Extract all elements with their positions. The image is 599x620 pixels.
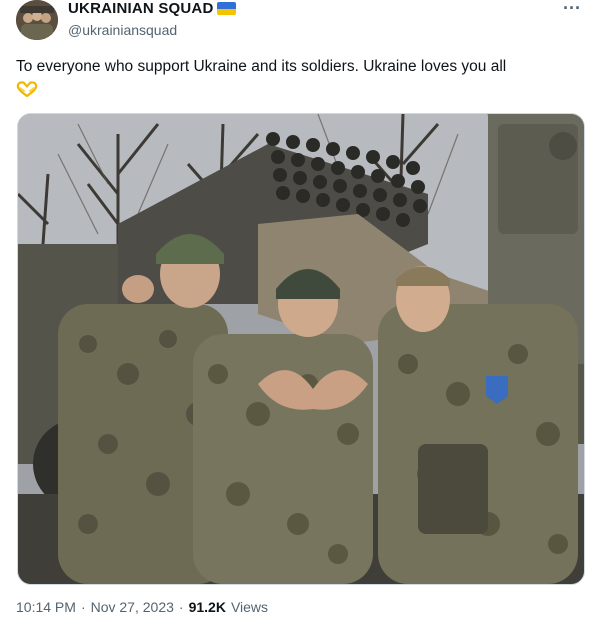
tweet-time[interactable]: 10:14 PM <box>16 599 76 615</box>
tweet-photo[interactable] <box>17 113 585 585</box>
author-display-name[interactable]: UKRAINIAN SQUAD <box>68 0 236 17</box>
views-count[interactable]: 91.2K <box>189 599 226 615</box>
tweet-card: UKRAINIAN SQUAD @ukrainiansquad ··· To e… <box>0 0 599 620</box>
author-avatar[interactable] <box>16 0 58 40</box>
tweet-meta: 10:14 PM · Nov 27, 2023 · 91.2K Views <box>16 599 268 615</box>
author-handle[interactable]: @ukrainiansquad <box>68 22 177 38</box>
tweet-date[interactable]: Nov 27, 2023 <box>91 599 174 615</box>
display-name-text: UKRAINIAN SQUAD <box>68 0 214 17</box>
views-label: Views <box>230 599 269 615</box>
meta-separator: · <box>80 599 86 615</box>
tweet-text: To everyone who support Ukraine and its … <box>16 58 507 75</box>
meta-separator: · <box>178 599 184 615</box>
heart-hands-icon <box>16 80 38 98</box>
ukraine-flag-icon <box>216 2 236 15</box>
more-options-icon[interactable]: ··· <box>563 0 581 19</box>
